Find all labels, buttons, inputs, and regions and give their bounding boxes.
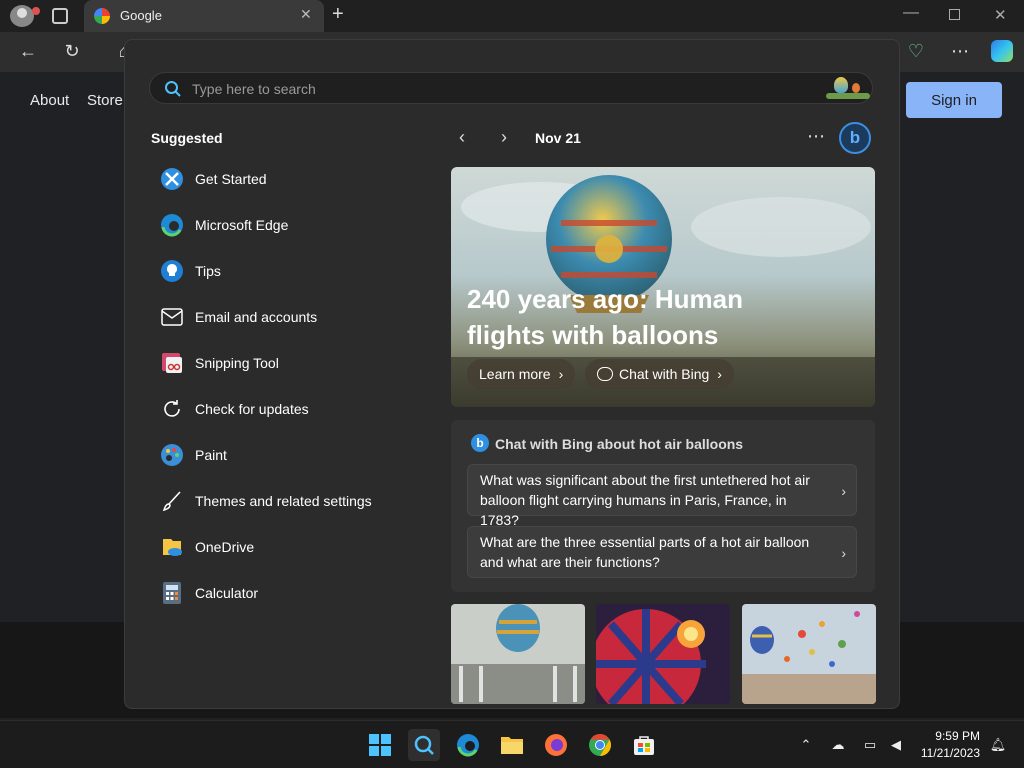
chat-with-bing-card: b Chat with Bing about hot air balloons … <box>451 420 875 592</box>
more-options-icon[interactable]: ⋯ <box>807 126 825 147</box>
clock-time[interactable]: 9:59 PM <box>926 729 980 743</box>
suggested-item-label: Tips <box>195 263 221 279</box>
snipping-tool-icon <box>159 350 185 376</box>
edge-icon <box>159 212 185 238</box>
question-text: What was significant about the first unt… <box>480 472 810 528</box>
taskbar: ⌃ ☁ ▭ ◀ 9:59 PM 11/21/2023 🔔︎ <box>0 720 1024 768</box>
suggested-item-label: Paint <box>195 447 227 463</box>
back-icon[interactable]: ← <box>14 37 42 65</box>
chevron-right-icon: › <box>558 366 564 382</box>
mail-icon <box>159 304 185 330</box>
restore-icon[interactable] <box>949 9 960 20</box>
suggested-item-label: Check for updates <box>195 401 309 417</box>
suggested-item-label: Snipping Tool <box>195 355 279 371</box>
close-tab-icon[interactable]: ✕ <box>300 6 312 23</box>
search-input[interactable] <box>192 79 752 99</box>
balloon-thumbnail-2[interactable] <box>596 604 730 704</box>
suggested-item-label: Email and accounts <box>195 309 318 325</box>
search-highlight-icon <box>826 77 870 101</box>
start-windows-icon[interactable] <box>364 729 396 761</box>
google-favicon-icon <box>94 8 110 24</box>
suggested-item-label: Calculator <box>195 585 259 601</box>
prev-arrow-icon[interactable]: ‹ <box>459 127 465 148</box>
taskbar-store-icon[interactable] <box>628 729 660 761</box>
bing-small-icon: b <box>471 434 489 452</box>
search-box[interactable] <box>149 72 873 104</box>
show-hidden-icons-icon[interactable]: ⌃ <box>794 733 818 757</box>
suggested-item-paint[interactable]: Paint <box>159 440 227 470</box>
get-started-icon <box>159 166 185 192</box>
learn-more-button[interactable]: Learn more › <box>467 359 576 389</box>
calculator-icon <box>159 580 185 606</box>
store-link[interactable]: Store <box>87 92 123 109</box>
onedrive-offline-icon[interactable]: ☁ <box>826 733 850 757</box>
tips-icon <box>159 258 185 284</box>
close-window-icon[interactable]: ✕ <box>994 6 1007 24</box>
taskbar-file-explorer-icon[interactable] <box>496 729 528 761</box>
suggested-item-calculator[interactable]: Calculator <box>159 578 258 608</box>
refresh-icon <box>159 396 185 422</box>
taskbar-edge-icon[interactable] <box>452 729 484 761</box>
chevron-right-icon: › <box>841 545 846 561</box>
suggested-item-onedrive[interactable]: OneDrive <box>159 532 254 562</box>
clock-date[interactable]: 11/21/2023 <box>912 746 980 760</box>
reload-icon[interactable]: ↻ <box>58 37 86 65</box>
volume-muted-icon[interactable]: ◀ <box>884 733 908 757</box>
suggested-item-tips[interactable]: Tips <box>159 256 221 286</box>
bing-icon[interactable]: b <box>839 122 871 154</box>
suggested-item-check-for-updates[interactable]: Check for updates <box>159 394 309 424</box>
chat-with-bing-label: Chat with Bing <box>619 366 710 382</box>
windows-search-panel: Suggested Get Started Microsoft Edge Tip… <box>124 39 900 709</box>
taskbar-firefox-icon[interactable] <box>540 729 572 761</box>
copilot-icon[interactable] <box>988 37 1016 65</box>
suggested-item-label: Microsoft Edge <box>195 217 289 233</box>
about-link[interactable]: About <box>30 92 69 109</box>
hero-title: 240 years ago: Human flights with balloo… <box>467 284 744 350</box>
sign-in-button[interactable]: Sign in <box>906 82 1002 118</box>
more-menu-icon[interactable]: ⋯ <box>946 37 974 65</box>
minimize-icon[interactable]: — <box>903 4 919 22</box>
chat-bubble-icon <box>597 367 613 381</box>
notification-bell-icon[interactable]: 🔔︎ <box>986 733 1010 757</box>
tab-google[interactable]: Google ✕ <box>84 0 324 32</box>
highlight-date: Nov 21 <box>535 130 581 146</box>
suggested-item-email-and-accounts[interactable]: Email and accounts <box>159 302 317 332</box>
next-arrow-icon[interactable]: › <box>501 127 507 148</box>
paint-icon <box>159 442 185 468</box>
onedrive-icon <box>159 534 185 560</box>
health-icon[interactable]: ♡ <box>902 37 930 65</box>
profile-avatar[interactable] <box>10 5 40 27</box>
chat-with-bing-button[interactable]: Chat with Bing › <box>585 359 734 389</box>
tab-actions-icon[interactable] <box>52 8 68 24</box>
brush-icon <box>159 488 185 514</box>
suggested-item-label: Get Started <box>195 171 267 187</box>
taskbar-chrome-icon[interactable] <box>584 729 616 761</box>
balloon-thumbnail-1[interactable] <box>451 604 585 704</box>
suggested-item-label: OneDrive <box>195 539 255 555</box>
chat-question-1[interactable]: What was significant about the first unt… <box>467 464 857 528</box>
taskbar-search-icon[interactable] <box>408 729 440 761</box>
chat-card-title: Chat with Bing about hot air balloons <box>495 436 744 452</box>
tab-title: Google <box>120 8 162 23</box>
balloon-thumbnail-3[interactable] <box>742 604 876 704</box>
hero-card[interactable]: 240 years ago: Human flights with balloo… <box>451 167 875 407</box>
question-text: What are the three essential parts of a … <box>480 534 810 570</box>
suggested-item-microsoft-edge[interactable]: Microsoft Edge <box>159 210 288 240</box>
suggested-title: Suggested <box>151 130 223 146</box>
suggested-item-snipping-tool[interactable]: Snipping Tool <box>159 348 279 378</box>
network-icon[interactable]: ▭ <box>858 733 882 757</box>
search-icon <box>165 81 181 97</box>
tab-bar: Google ✕ + — ✕ <box>0 0 1024 32</box>
suggested-item-themes[interactable]: Themes and related settings <box>159 486 372 516</box>
suggested-item-label: Themes and related settings <box>195 493 372 509</box>
chevron-right-icon: › <box>841 483 846 499</box>
suggested-item-get-started[interactable]: Get Started <box>159 164 267 194</box>
chat-question-2[interactable]: What are the three essential parts of a … <box>467 526 857 578</box>
chevron-right-icon: › <box>717 366 722 382</box>
learn-more-label: Learn more <box>479 366 551 382</box>
new-tab-icon[interactable]: + <box>332 3 344 26</box>
